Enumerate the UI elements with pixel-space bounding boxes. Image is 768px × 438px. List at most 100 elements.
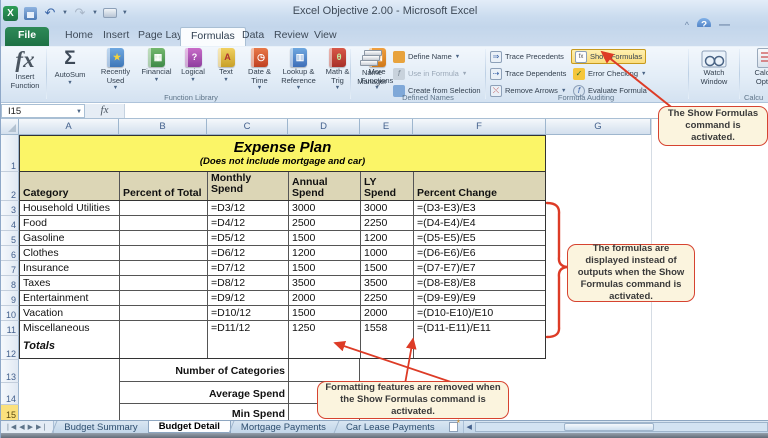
next-sheet-icon[interactable]: ▶ (28, 423, 33, 431)
sheet-tab-car-lease-payments[interactable]: Car Lease Payments (336, 421, 445, 433)
cell-category[interactable]: Vacation (20, 306, 120, 320)
trace-precedents-button[interactable]: ⇒ Trace Precedents (490, 49, 564, 64)
row-header-2[interactable]: 2 (1, 172, 19, 201)
row-header-15[interactable]: 15 (1, 405, 19, 421)
row-header-7[interactable]: 7 (1, 261, 19, 276)
cell-monthly[interactable]: =D8/12 (208, 276, 289, 290)
cell-ly[interactable]: 2250 (361, 291, 414, 305)
save-icon[interactable] (22, 5, 38, 21)
cell-percent_of_total[interactable] (120, 246, 208, 260)
cell-ly[interactable]: 3000 (361, 201, 414, 215)
excel-logo-icon[interactable]: X (3, 6, 18, 21)
header-category[interactable]: Category (20, 172, 120, 200)
tab-scrollbar-splitter[interactable]: ◀ (463, 421, 475, 433)
row-header-9[interactable]: 9 (1, 291, 19, 306)
cell-category[interactable]: Household Utilities (20, 201, 120, 215)
lookup-reference-button[interactable]: ▥Lookup & Reference▼ (278, 48, 319, 100)
summary-label-average-spend[interactable]: Average Spend (119, 388, 288, 400)
column-header-b[interactable]: B (119, 119, 207, 135)
watch-window-button[interactable]: Watch Window (693, 48, 735, 100)
cell-annual[interactable]: 1500 (289, 261, 361, 275)
row-header-8[interactable]: 8 (1, 276, 19, 291)
cell-monthly[interactable]: =D4/12 (208, 216, 289, 230)
name-box-caret-icon[interactable]: ▼ (76, 106, 82, 117)
row-header-14[interactable]: 14 (1, 383, 19, 405)
cell-percent_of_total[interactable] (120, 261, 208, 275)
cell-change[interactable]: =(D5-E5)/E5 (414, 231, 545, 245)
cell-percent_of_total[interactable] (120, 306, 208, 320)
cell-category[interactable]: Insurance (20, 261, 120, 275)
cell-percent_of_total[interactable] (120, 216, 208, 230)
cell-monthly[interactable]: =D6/12 (208, 246, 289, 260)
cell-category[interactable]: Food (20, 216, 120, 230)
cell-ly[interactable]: 1500 (361, 261, 414, 275)
summary-label-min-spend[interactable]: Min Spend (119, 408, 288, 420)
horizontal-scrollbar[interactable] (475, 422, 768, 432)
tab-view[interactable]: View (304, 27, 347, 46)
cell-ly[interactable]: 2000 (361, 306, 414, 320)
sheet-tab-budget-summary[interactable]: Budget Summary (54, 421, 147, 433)
column-header-e[interactable]: E (360, 119, 413, 135)
cell-annual[interactable]: 1200 (289, 246, 361, 260)
cell-change[interactable]: =(D8-E8)/E8 (414, 276, 545, 290)
cell-change[interactable]: =(D6-E6)/E6 (414, 246, 545, 260)
cell-ly[interactable]: 2250 (361, 216, 414, 230)
row-header-5[interactable]: 5 (1, 231, 19, 246)
header-ly-spend[interactable]: LY Spend (361, 172, 414, 200)
column-header-g[interactable]: G (546, 119, 651, 135)
cell-monthly[interactable]: =D7/12 (208, 261, 289, 275)
show-formulas-button[interactable]: fx Show Formulas (571, 49, 646, 64)
cell-percent_of_total[interactable] (120, 291, 208, 305)
column-header-f[interactable]: F (413, 119, 546, 135)
header-percent-of-total[interactable]: Percent of Total (120, 172, 208, 200)
cell-percent_of_total[interactable] (120, 321, 208, 336)
cell-ly[interactable]: 3500 (361, 276, 414, 290)
cell-change[interactable]: =(D9-E9)/E9 (414, 291, 545, 305)
row-header-3[interactable]: 3 (1, 201, 19, 216)
insert-function-button[interactable]: fx Insert Function (5, 48, 45, 100)
cell-monthly[interactable]: =D5/12 (208, 231, 289, 245)
use-in-formula-button[interactable]: f Use in Formula▼ (393, 66, 467, 81)
cell-annual[interactable]: 1500 (289, 306, 361, 320)
name-box[interactable]: I15 ▼ (1, 104, 85, 118)
cell-annual[interactable]: 2500 (289, 216, 361, 230)
column-header-d[interactable]: D (288, 119, 360, 135)
cell-annual[interactable]: 1500 (289, 231, 361, 245)
cell-annual[interactable]: 3000 (289, 201, 361, 215)
cell-ly[interactable]: 1000 (361, 246, 414, 260)
cell-change[interactable]: =(D7-E7)/E7 (414, 261, 545, 275)
cell-monthly[interactable]: =D9/12 (208, 291, 289, 305)
summary-label-number-of-categories[interactable]: Number of Categories (119, 365, 288, 377)
last-sheet-icon[interactable]: ▶❘ (36, 423, 47, 431)
cell-ly[interactable]: 1558 (361, 321, 414, 336)
trace-dependents-button[interactable]: ⇢ Trace Dependents (490, 66, 566, 81)
redo-icon[interactable]: ↷ (72, 5, 88, 21)
cell-change[interactable]: =(D3-E3)/E3 (414, 201, 545, 215)
row-header-11[interactable]: 11 (1, 321, 19, 336)
totals-label[interactable]: Totals (20, 336, 120, 358)
cell-category[interactable]: Taxes (20, 276, 120, 290)
undo-caret-icon[interactable]: ▼ (62, 10, 68, 16)
cell-change[interactable]: =(D10-E10)/E10 (414, 306, 545, 320)
cell-monthly[interactable]: =D11/12 (208, 321, 289, 336)
sheet-tab-mortgage-payments[interactable]: Mortgage Payments (231, 421, 336, 433)
cell-ly[interactable]: 1200 (361, 231, 414, 245)
row-header-12[interactable]: 12 (1, 336, 19, 360)
cell-annual[interactable]: 3500 (289, 276, 361, 290)
cell-monthly[interactable]: =D3/12 (208, 201, 289, 215)
cell-change[interactable]: =(D11-E11)/E11 (414, 321, 545, 336)
select-all-corner[interactable] (1, 119, 19, 135)
autosum-button[interactable]: ΣAutoSum▼ (49, 48, 91, 100)
define-name-button[interactable]: Define Name▼ (393, 49, 460, 64)
undo-icon[interactable]: ↶ (42, 5, 58, 21)
prev-sheet-icon[interactable]: ◀ (19, 423, 24, 431)
header-monthly-spend[interactable]: Monthly Spend (208, 172, 289, 200)
cell-percent_of_total[interactable] (120, 276, 208, 290)
tab-file[interactable]: File (5, 27, 49, 46)
fx-icon[interactable]: fx (85, 104, 125, 118)
print-icon[interactable] (102, 5, 118, 21)
row-header-6[interactable]: 6 (1, 246, 19, 261)
cell-monthly[interactable]: =D10/12 (208, 306, 289, 320)
cell-percent_of_total[interactable] (120, 201, 208, 215)
redo-caret-icon[interactable]: ▼ (92, 10, 98, 16)
